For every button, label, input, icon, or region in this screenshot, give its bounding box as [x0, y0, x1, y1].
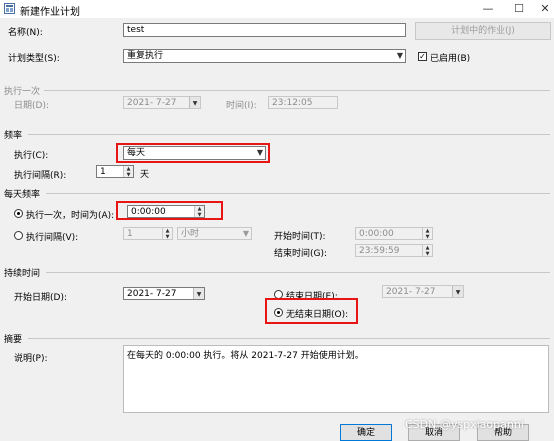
occurs-label: 执行(C):	[14, 151, 49, 161]
maximize-button[interactable]: ☐	[511, 1, 527, 17]
schedule-type-value: 重复执行	[127, 51, 164, 61]
recurs-unit: 天	[140, 170, 150, 180]
every-value: 1	[127, 229, 133, 239]
occurs-highlight-box	[116, 143, 270, 163]
spin-arrows-icon: ▲ ▼	[422, 245, 432, 257]
start-time-input[interactable]: 0:00:00 ▲ ▼	[355, 227, 433, 240]
frequency-separator	[28, 134, 550, 135]
every-radio[interactable]	[14, 231, 23, 240]
window-title: 新建作业计划	[20, 7, 80, 18]
no-end-date-highlight-box	[265, 298, 358, 324]
end-time-value: 23:59:59	[359, 246, 400, 256]
description-textarea[interactable]: 在每天的 0:00:00 执行。将从 2021-7-27 开始使用计划。	[123, 345, 549, 413]
once-at-label: 执行一次，时间为(A):	[26, 211, 115, 221]
frequency-section-title: 频率	[4, 131, 23, 141]
title-bar	[0, 0, 554, 18]
schedule-type-label: 计划类型(S):	[8, 54, 60, 64]
jobs-in-schedule-button[interactable]: 计划中的作业(J)	[415, 22, 551, 40]
chevron-down-icon: ▼	[396, 51, 403, 60]
enabled-checkbox[interactable]: ✓	[418, 52, 427, 61]
ok-button[interactable]: 确定	[340, 424, 392, 441]
once-at-highlight-box	[116, 201, 223, 220]
every-unit-value: 小时	[181, 229, 200, 239]
name-input[interactable]: test	[123, 23, 406, 37]
end-date-picker[interactable]: 2021- 7-27 ▼	[382, 285, 464, 298]
every-unit-select[interactable]: 小时 ▼	[177, 227, 252, 240]
chevron-down-icon: ▼	[242, 229, 249, 238]
one-time-time-label: 时间(I):	[226, 101, 257, 111]
once-at-radio[interactable]	[14, 209, 23, 218]
start-date-label: 开始日期(D):	[14, 293, 67, 303]
end-time-label: 结束时间(G):	[274, 249, 328, 259]
summary-separator	[28, 338, 550, 339]
every-label: 执行间隔(V):	[26, 233, 79, 243]
app-icon	[4, 3, 15, 14]
start-date-value: 2021- 7-27	[127, 289, 177, 299]
end-date-value: 2021- 7-27	[386, 287, 436, 297]
daily-frequency-separator	[46, 193, 550, 194]
spin-arrows-icon: ▲ ▼	[422, 228, 432, 240]
calendar-dropdown-icon: ▼	[189, 97, 200, 108]
enabled-label: 已启用(B)	[430, 54, 471, 64]
start-time-label: 开始时间(T):	[274, 232, 326, 242]
one-time-separator	[44, 90, 550, 91]
recurs-stepper[interactable]: 1 ▲ ▼	[96, 165, 134, 178]
start-date-picker[interactable]: 2021- 7-27 ▼	[123, 287, 205, 300]
start-time-value: 0:00:00	[359, 229, 394, 239]
daily-frequency-section-title: 每天频率	[4, 190, 41, 200]
description-text: 在每天的 0:00:00 执行。将从 2021-7-27 开始使用计划。	[127, 351, 364, 361]
one-time-date-picker[interactable]: 2021- 7-27 ▼	[123, 96, 201, 109]
recurs-value: 1	[100, 167, 106, 177]
one-time-date-value: 2021- 7-27	[127, 98, 177, 108]
spin-arrows-icon: ▲ ▼	[162, 228, 172, 240]
summary-section-title: 摘要	[4, 335, 23, 345]
duration-section-title: 持续时间	[4, 269, 41, 279]
one-time-time-input[interactable]: 23:12:05	[268, 96, 338, 109]
minimize-button[interactable]: —	[480, 1, 496, 17]
recurs-label: 执行间隔(R):	[14, 171, 67, 181]
one-time-section-title: 执行一次	[4, 87, 41, 97]
schedule-type-select[interactable]: 重复执行 ▼	[123, 49, 406, 63]
one-time-date-label: 日期(D):	[14, 101, 49, 111]
calendar-dropdown-icon: ▼	[193, 288, 204, 299]
end-time-input[interactable]: 23:59:59 ▲ ▼	[355, 244, 433, 257]
watermark: CSDN @yspxiaopanni	[405, 418, 524, 431]
close-button[interactable]: ✕	[537, 1, 553, 17]
duration-separator	[46, 272, 550, 273]
spin-arrows-icon: ▲ ▼	[123, 166, 133, 178]
one-time-time-value: 23:12:05	[272, 98, 313, 108]
name-label: 名称(N):	[8, 28, 43, 38]
calendar-dropdown-icon: ▼	[452, 286, 463, 297]
description-label: 说明(P):	[14, 354, 48, 364]
every-stepper[interactable]: 1 ▲ ▼	[123, 227, 173, 240]
